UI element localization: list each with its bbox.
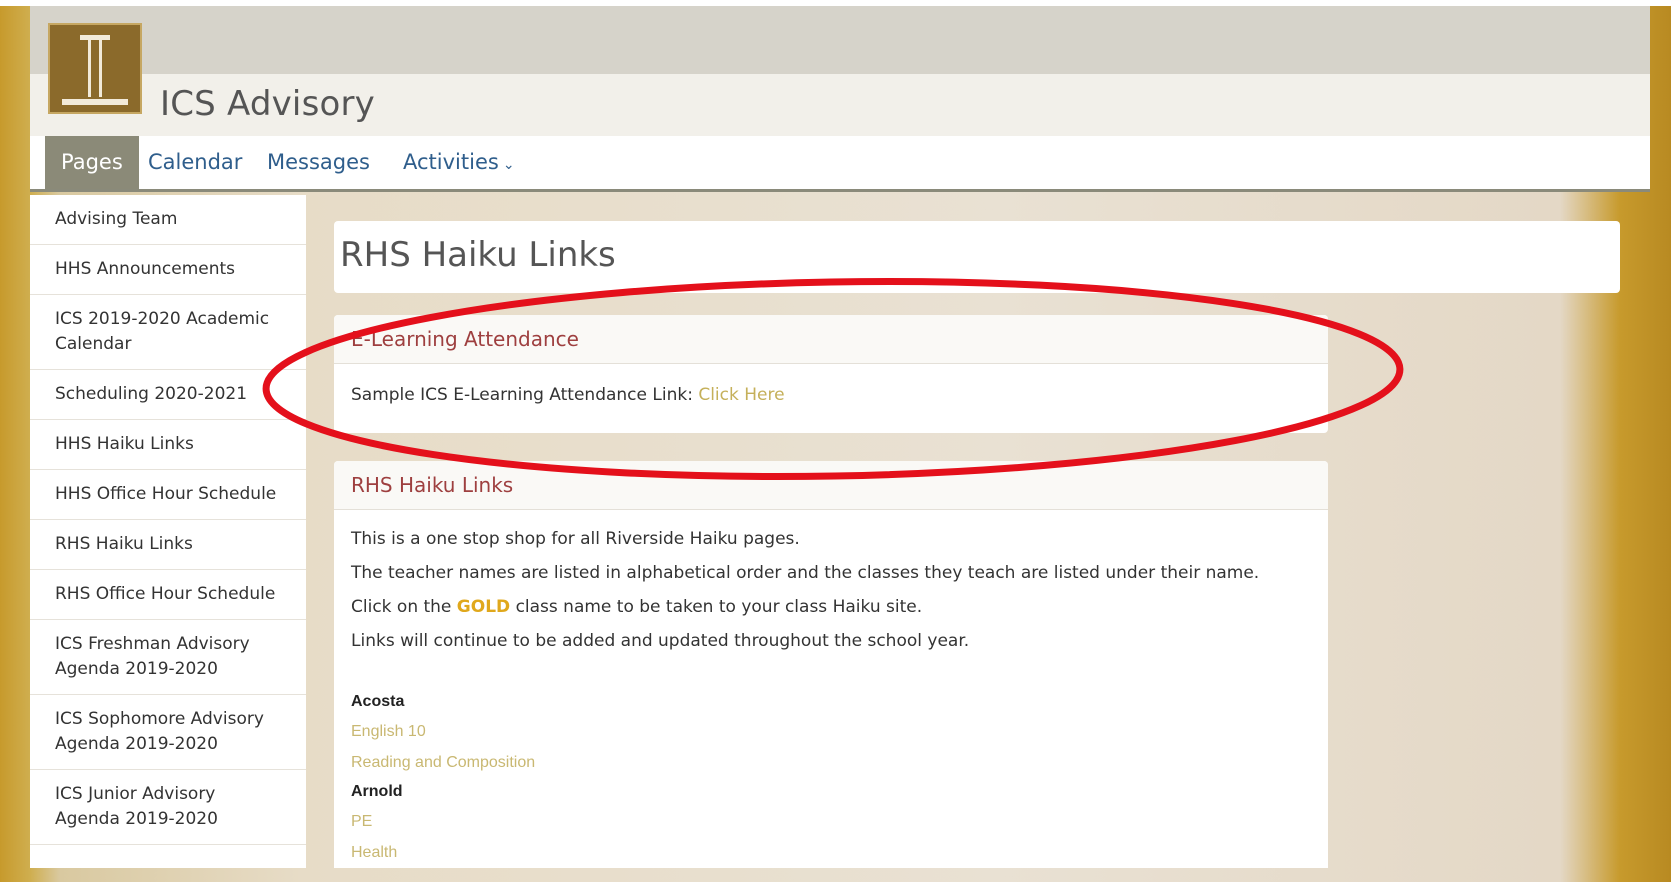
- sidebar-item-scheduling[interactable]: Scheduling 2020-2021: [30, 370, 306, 420]
- sidebar-item-rhs-office-hours[interactable]: RHS Office Hour Schedule: [30, 570, 306, 620]
- teacher-name: Acosta: [351, 693, 405, 710]
- intro-line-1: This is a one stop shop for all Riversid…: [351, 529, 800, 549]
- site-title[interactable]: ICS Advisory: [160, 84, 375, 124]
- school-logo-icon[interactable]: [48, 23, 142, 114]
- logo-column: [88, 39, 102, 97]
- sidebar-item-hhs-haiku-links[interactable]: HHS Haiku Links: [30, 420, 306, 470]
- intro-line-2: The teacher names are listed in alphabet…: [351, 563, 1260, 583]
- sidebar-item-advising-team[interactable]: Advising Team: [30, 195, 306, 245]
- sidebar-item-rhs-haiku-links[interactable]: RHS Haiku Links: [30, 520, 306, 570]
- intro-line-4: Links will continue to be added and upda…: [351, 631, 970, 651]
- sidebar-item-hhs-office-hours[interactable]: HHS Office Hour Schedule: [30, 470, 306, 520]
- click-prefix: Click on the: [351, 597, 452, 617]
- sidebar: Advising Team HHS Announcements ICS 2019…: [30, 195, 306, 868]
- sidebar-item-sophomore-agenda[interactable]: ICS Sophomore Advisory Agenda 2019-2020: [30, 695, 306, 770]
- page-title-panel: RHS Haiku Links: [334, 221, 1620, 293]
- haiku-links-card-header: RHS Haiku Links: [334, 461, 1328, 510]
- activities-label: Activities: [403, 150, 499, 174]
- main-nav: Pages Calendar Messages Activities ⌄: [30, 136, 1650, 192]
- header-band: [30, 6, 1650, 74]
- attendance-card-body: Sample ICS E-Learning Attendance Link: C…: [334, 364, 1328, 426]
- attendance-card-header: E-Learning Attendance: [334, 315, 1328, 364]
- intro-line-3: Click on the GOLD class name to be taken…: [351, 590, 1311, 624]
- click-suffix: class name to be taken to your class Hai…: [515, 597, 923, 617]
- sidebar-item-hhs-announcements[interactable]: HHS Announcements: [30, 245, 306, 295]
- chevron-down-icon: ⌄: [502, 157, 515, 173]
- nav-tab-calendar[interactable]: Calendar: [132, 136, 258, 189]
- sidebar-item-junior-agenda[interactable]: ICS Junior Advisory Agenda 2019-2020: [30, 770, 306, 845]
- class-link[interactable]: English 10: [351, 716, 1311, 747]
- class-link[interactable]: Reading and Composition: [351, 747, 1311, 778]
- teacher-name: Arnold: [351, 783, 403, 800]
- nav-tab-messages[interactable]: Messages: [251, 136, 386, 189]
- gold-word: GOLD: [456, 597, 511, 617]
- nav-tab-activities[interactable]: Activities ⌄: [387, 136, 531, 189]
- haiku-links-card: RHS Haiku Links This is a one stop shop …: [334, 461, 1328, 868]
- attendance-text: Sample ICS E-Learning Attendance Link:: [351, 385, 693, 405]
- class-link[interactable]: Health: [351, 837, 1311, 868]
- logo-base: [62, 99, 128, 105]
- nav-tab-pages[interactable]: Pages: [45, 136, 139, 189]
- class-link[interactable]: PE: [351, 806, 1311, 837]
- attendance-card: E-Learning Attendance Sample ICS E-Learn…: [334, 315, 1328, 433]
- haiku-links-card-body: This is a one stop shop for all Riversid…: [334, 510, 1328, 882]
- sidebar-item-freshman-agenda[interactable]: ICS Freshman Advisory Agenda 2019-2020: [30, 620, 306, 695]
- page-title: RHS Haiku Links: [340, 235, 616, 275]
- sidebar-item-academic-calendar[interactable]: ICS 2019-2020 Academic Calendar: [30, 295, 306, 370]
- attendance-click-here-link[interactable]: Click Here: [698, 385, 784, 405]
